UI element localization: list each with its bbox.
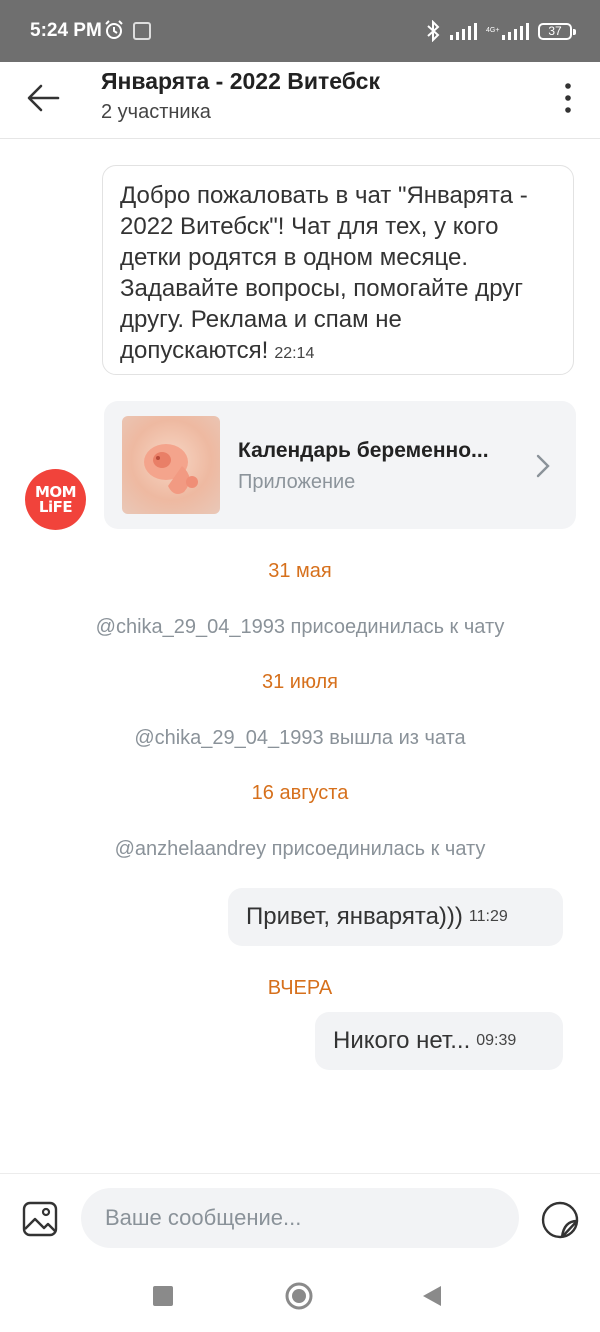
system-message: @chika_29_04_1993 присоединилась к чату bbox=[95, 616, 505, 638]
signal-2-icon bbox=[502, 23, 529, 40]
app-card-subtitle: Приложение bbox=[238, 471, 356, 493]
outgoing-message-text: Никого нет... bbox=[333, 1027, 471, 1054]
message-input-bar bbox=[0, 1173, 600, 1266]
recents-button[interactable] bbox=[153, 1286, 173, 1306]
message-time: 11:29 bbox=[468, 908, 508, 925]
back-triangle-icon[interactable] bbox=[421, 1284, 443, 1308]
notification-thumbnail-icon bbox=[133, 22, 151, 40]
status-time: 5:24 PM bbox=[30, 20, 102, 41]
system-navigation-bar bbox=[0, 1265, 600, 1332]
message-input[interactable] bbox=[81, 1188, 519, 1248]
date-separator: 31 июля bbox=[261, 671, 339, 693]
message-time: 22:14 bbox=[274, 345, 315, 362]
system-message: @chika_29_04_1993 вышла из чата bbox=[134, 727, 466, 749]
chat-header: Январята - 2022 Витебск 2 участника bbox=[0, 62, 600, 139]
signal-icon bbox=[450, 23, 477, 40]
chat-title[interactable]: Январята - 2022 Витебск bbox=[101, 68, 380, 95]
outgoing-message-bubble[interactable]: Привет, январята))) 11:29 bbox=[228, 888, 563, 946]
sticker-icon[interactable] bbox=[540, 1200, 580, 1240]
outgoing-message-bubble[interactable]: Никого нет... 09:39 bbox=[315, 1012, 563, 1070]
bluetooth-icon bbox=[427, 20, 440, 42]
app-card-title: Календарь беременно... bbox=[238, 439, 489, 462]
network-type: 4G+ bbox=[486, 27, 500, 34]
more-vertical-icon[interactable] bbox=[556, 78, 580, 118]
date-separator: ВЧЕРА bbox=[267, 977, 333, 999]
system-message: @anzhelaandrey присоединилась к чату bbox=[114, 838, 486, 860]
back-arrow-icon[interactable] bbox=[22, 76, 66, 120]
image-icon[interactable] bbox=[22, 1201, 58, 1237]
date-separator: 31 мая bbox=[268, 560, 332, 582]
chevron-right-icon bbox=[536, 454, 550, 478]
welcome-message-text: Добро пожаловать в чат "Январята - 2022 … bbox=[120, 182, 528, 364]
app-link-card[interactable]: Календарь беременно... Приложение bbox=[104, 401, 576, 529]
home-button-icon[interactable] bbox=[284, 1281, 314, 1311]
date-separator: 16 августа bbox=[251, 782, 349, 804]
message-time: 09:39 bbox=[476, 1032, 517, 1049]
outgoing-message-text: Привет, январята))) bbox=[246, 903, 463, 930]
alarm-icon bbox=[105, 20, 123, 39]
momlife-avatar[interactable]: MOM LiFE bbox=[25, 469, 86, 530]
avatar-text-line2: LiFE bbox=[38, 497, 73, 516]
chat-participants[interactable]: 2 участника bbox=[101, 101, 211, 124]
battery-indicator: 37 bbox=[538, 22, 576, 40]
welcome-message-bubble[interactable]: Добро пожаловать в чат "Январята - 2022 … bbox=[102, 165, 574, 375]
fetus-image bbox=[122, 416, 220, 514]
status-bar: 5:24 PM 4G+ 37 bbox=[0, 0, 600, 62]
